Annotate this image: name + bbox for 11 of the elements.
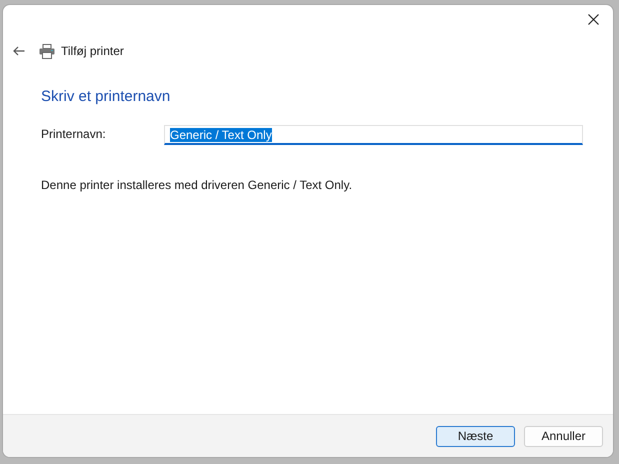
page-heading: Skriv et printernavn	[41, 88, 172, 105]
back-arrow-icon	[13, 46, 25, 56]
printer-name-field[interactable]: Generic / Text Only	[164, 125, 583, 145]
next-button[interactable]: Næste	[436, 426, 515, 446]
printer-name-label: Printernavn:	[41, 126, 107, 141]
window-title: Tilføj printer	[61, 44, 124, 58]
cancel-button[interactable]: Annuller	[524, 426, 603, 446]
close-icon	[588, 14, 598, 24]
printer-icon	[39, 44, 55, 58]
driver-description: Denne printer installeres med driveren Generic / Text Only.	[41, 178, 354, 192]
back-button[interactable]	[11, 44, 27, 58]
